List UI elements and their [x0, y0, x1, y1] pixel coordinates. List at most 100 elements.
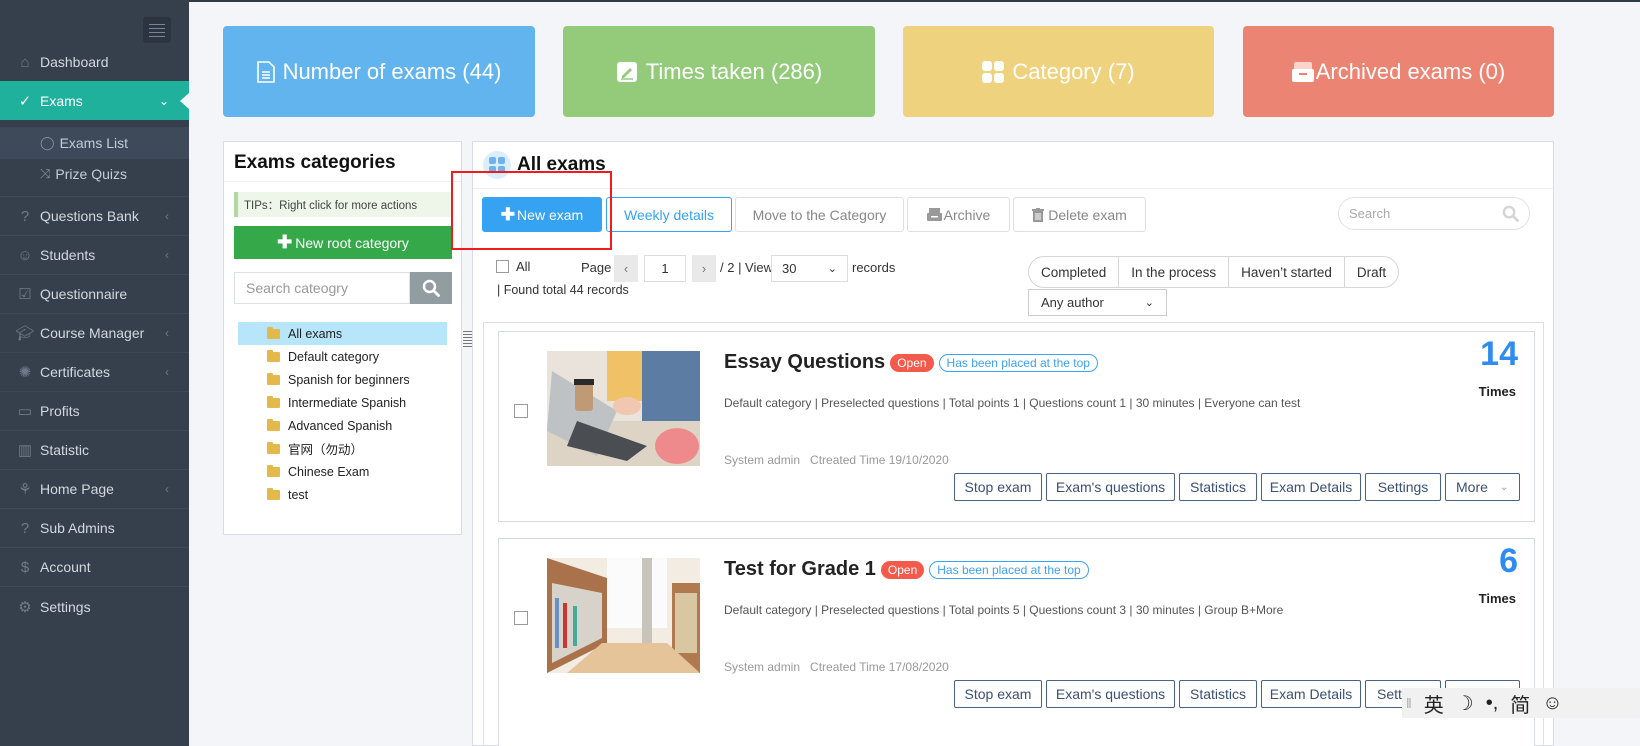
category-item[interactable]: Spanish for beginners — [238, 368, 447, 391]
stat-label: Archived exams (0) — [1315, 58, 1506, 84]
ime-simplified-toggle[interactable]: 简 — [1510, 689, 1530, 718]
stat-label: Times taken (286) — [645, 58, 823, 84]
statistics-button[interactable]: Statistics — [1179, 473, 1257, 501]
sidebar-item-questions-bank[interactable]: ? Questions Bank ‹ — [0, 197, 189, 236]
exam-search-input[interactable]: Search — [1338, 197, 1530, 230]
exam-created-time: Ctreated Time 17/08/2020 — [810, 660, 949, 674]
exam-title[interactable]: Test for Grade 1 — [724, 558, 876, 581]
sidebar-item-certificates[interactable]: ✺ Certificates ‹ — [0, 353, 189, 392]
category-label: Spanish for beginners — [288, 372, 410, 387]
chevron-left-icon: ‹ — [165, 248, 169, 262]
top-border — [0, 0, 1640, 2]
chevron-left-icon: ‹ — [165, 365, 169, 379]
category-search-button[interactable] — [410, 272, 452, 304]
category-item[interactable]: Chinese Exam — [238, 460, 447, 483]
chevron-down-icon: ⌄ — [1499, 481, 1509, 493]
exam-title[interactable]: Essay Questions — [724, 351, 885, 374]
panel-resize-handle[interactable] — [462, 330, 472, 348]
sidebar-item-home-page[interactable]: ⚘ Home Page ‹ — [0, 470, 189, 509]
category-item-all-exams[interactable]: All exams — [238, 322, 447, 345]
sidebar-item-label: Questionnaire — [40, 286, 128, 302]
edit-icon — [616, 61, 638, 83]
filter-in-process[interactable]: In the process — [1119, 257, 1230, 287]
category-item[interactable]: Advanced Spanish — [238, 414, 447, 437]
status-filter-group: Completed In the process Haven’t started… — [1028, 256, 1400, 288]
more-button[interactable]: More ⌄ — [1445, 473, 1520, 501]
category-item[interactable]: Intermediate Spanish — [238, 391, 447, 414]
punctuation-icon[interactable]: •, — [1486, 692, 1499, 715]
certificate-icon: ✺ — [18, 364, 32, 381]
sidebar-item-profits[interactable]: ▭ Profits — [0, 392, 189, 431]
exam-questions-button[interactable]: Exam's questions — [1046, 680, 1175, 708]
sidebar-item-statistic[interactable]: ▥ Statistic — [0, 431, 189, 470]
sidebar-item-label: Dashboard — [40, 54, 109, 70]
exam-checkbox[interactable] — [514, 404, 528, 418]
moon-icon[interactable]: ☽ — [1456, 691, 1474, 716]
settings-button[interactable]: Settings — [1365, 473, 1441, 501]
exam-checkbox[interactable] — [514, 611, 528, 625]
exam-author-line: System admin Ctreated Time 19/10/2020 — [724, 453, 949, 467]
sidebar-item-course-manager[interactable]: 🎓︎ Course Manager ‹ — [0, 314, 189, 353]
stat-card-category[interactable]: Category (7) — [903, 26, 1214, 117]
category-label: Default category — [288, 349, 380, 364]
category-item[interactable]: test — [238, 483, 447, 506]
exam-times-count: 14 — [1480, 335, 1518, 373]
category-search-input[interactable]: Search cateogry — [234, 272, 410, 304]
delete-exam-button[interactable]: Delete exam — [1013, 197, 1146, 232]
stop-exam-button[interactable]: Stop exam — [954, 680, 1042, 708]
weekly-details-button[interactable]: Weekly details — [606, 197, 732, 232]
exam-details-button[interactable]: Exam Details — [1261, 473, 1361, 501]
checkbox-icon: ☑ — [18, 286, 32, 303]
sidebar-item-exams[interactable]: ✓ Exams ⌄ — [0, 81, 189, 120]
sidebar-item-settings[interactable]: ⚙ Settings — [0, 587, 189, 626]
check-circle-icon: ✓ — [18, 92, 32, 110]
leaf-icon: ⚘ — [18, 481, 32, 498]
sidebar-item-students[interactable]: ☺ Students ‹ — [0, 236, 189, 275]
stat-card-exams[interactable]: Number of exams (44) — [223, 26, 535, 117]
ime-drag-handle[interactable]: ‖ — [1406, 695, 1412, 711]
author-filter-select[interactable]: Any author ⌄ — [1028, 289, 1167, 316]
move-to-category-button[interactable]: Move to the Category — [735, 197, 904, 232]
hamburger-icon[interactable] — [143, 17, 171, 43]
filter-draft[interactable]: Draft — [1345, 257, 1398, 287]
sidebar-item-sub-admins[interactable]: ? Sub Admins — [0, 509, 189, 548]
category-label: All exams — [288, 326, 343, 341]
ime-language-toggle[interactable]: 英 — [1424, 689, 1444, 718]
stop-exam-button[interactable]: Stop exam — [954, 473, 1042, 501]
emoji-icon[interactable]: ☺ — [1542, 692, 1562, 715]
apps-icon — [483, 151, 511, 179]
search-icon[interactable] — [1502, 205, 1519, 222]
per-page-select[interactable]: 30 ⌄ — [771, 255, 848, 282]
total-pages-label: / 2 | View — [720, 260, 773, 275]
sidebar-subitem-exams-list[interactable]: ◯ Exams List — [0, 127, 189, 159]
select-all-checkbox[interactable] — [496, 260, 509, 273]
sidebar-item-dashboard[interactable]: ⌂ Dashboard — [0, 43, 189, 82]
category-item[interactable]: 官网（勿动） — [238, 437, 447, 460]
status-badge: Open — [880, 560, 925, 579]
archive-button[interactable]: Archive — [907, 197, 1010, 232]
statistics-button[interactable]: Statistics — [1179, 680, 1257, 708]
sidebar-subitem-prize-quizs[interactable]: ⤨ Prize Quizs — [0, 158, 189, 190]
chevron-left-icon: ‹ — [623, 261, 629, 276]
check-circle-icon: ◯ — [40, 135, 55, 150]
filter-not-started[interactable]: Haven’t started — [1229, 257, 1345, 287]
new-exam-button[interactable]: ✚ New exam — [482, 197, 602, 232]
stat-card-archived[interactable]: Archived exams (0) — [1243, 26, 1554, 117]
pinned-badge: Has been placed at the top — [938, 353, 1098, 372]
category-item[interactable]: Default category — [238, 345, 447, 368]
exam-title-row: Test for Grade 1 Open Has been placed at… — [724, 558, 1089, 581]
sidebar-item-questionnaire[interactable]: ☑ Questionnaire — [0, 275, 189, 314]
next-page-button[interactable]: › — [692, 255, 716, 282]
stat-card-times-taken[interactable]: Times taken (286) — [563, 26, 875, 117]
ime-toolbar: ‖ 英 ☽ •, 简 ☺ — [1402, 688, 1640, 718]
sidebar-item-account[interactable]: $ Account — [0, 548, 189, 587]
prev-page-button[interactable]: ‹ — [614, 255, 638, 282]
filter-completed[interactable]: Completed — [1029, 257, 1120, 287]
exam-thumbnail[interactable] — [547, 351, 700, 466]
new-root-category-button[interactable]: ✚ New root category — [234, 226, 452, 259]
exam-thumbnail[interactable] — [547, 558, 700, 673]
sidebar-item-label: Certificates — [40, 364, 111, 380]
exam-questions-button[interactable]: Exam's questions — [1046, 473, 1175, 501]
exam-details-button[interactable]: Exam Details — [1261, 680, 1361, 708]
page-number-input[interactable]: 1 — [644, 255, 686, 282]
